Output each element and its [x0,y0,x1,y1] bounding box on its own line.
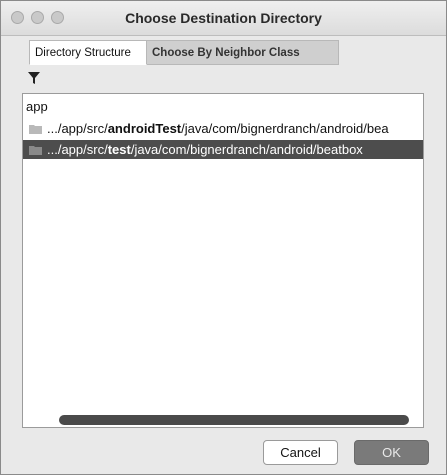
tree-row-path: .../app/src/test/java/com/bignerdranch/a… [47,142,363,157]
horizontal-scrollbar[interactable] [23,411,423,427]
tree-row-path: .../app/src/androidTest/java/com/bignerd… [47,121,389,136]
tree-row-test-selected[interactable]: .../app/src/test/java/com/bignerdranch/a… [23,140,423,159]
title-bar: Choose Destination Directory [1,1,446,36]
scrollbar-thumb[interactable] [59,415,409,425]
tab-choose-by-neighbor-class[interactable]: Choose By Neighbor Class [147,40,339,65]
ok-button[interactable]: OK [354,440,429,465]
folder-icon [29,125,42,134]
tree-root-app[interactable]: app [23,97,423,116]
tab-directory-structure[interactable]: Directory Structure [29,40,147,65]
cancel-button[interactable]: Cancel [263,440,338,465]
filter-icon[interactable] [27,71,41,85]
directory-tree[interactable]: app .../app/src/androidTest/java/com/big… [22,93,424,428]
tree-row-androidtest[interactable]: .../app/src/androidTest/java/com/bignerd… [23,119,423,138]
folder-icon [29,146,42,155]
window-title: Choose Destination Directory [125,10,322,26]
dialog-window: Choose Destination Directory Directory S… [0,0,447,475]
